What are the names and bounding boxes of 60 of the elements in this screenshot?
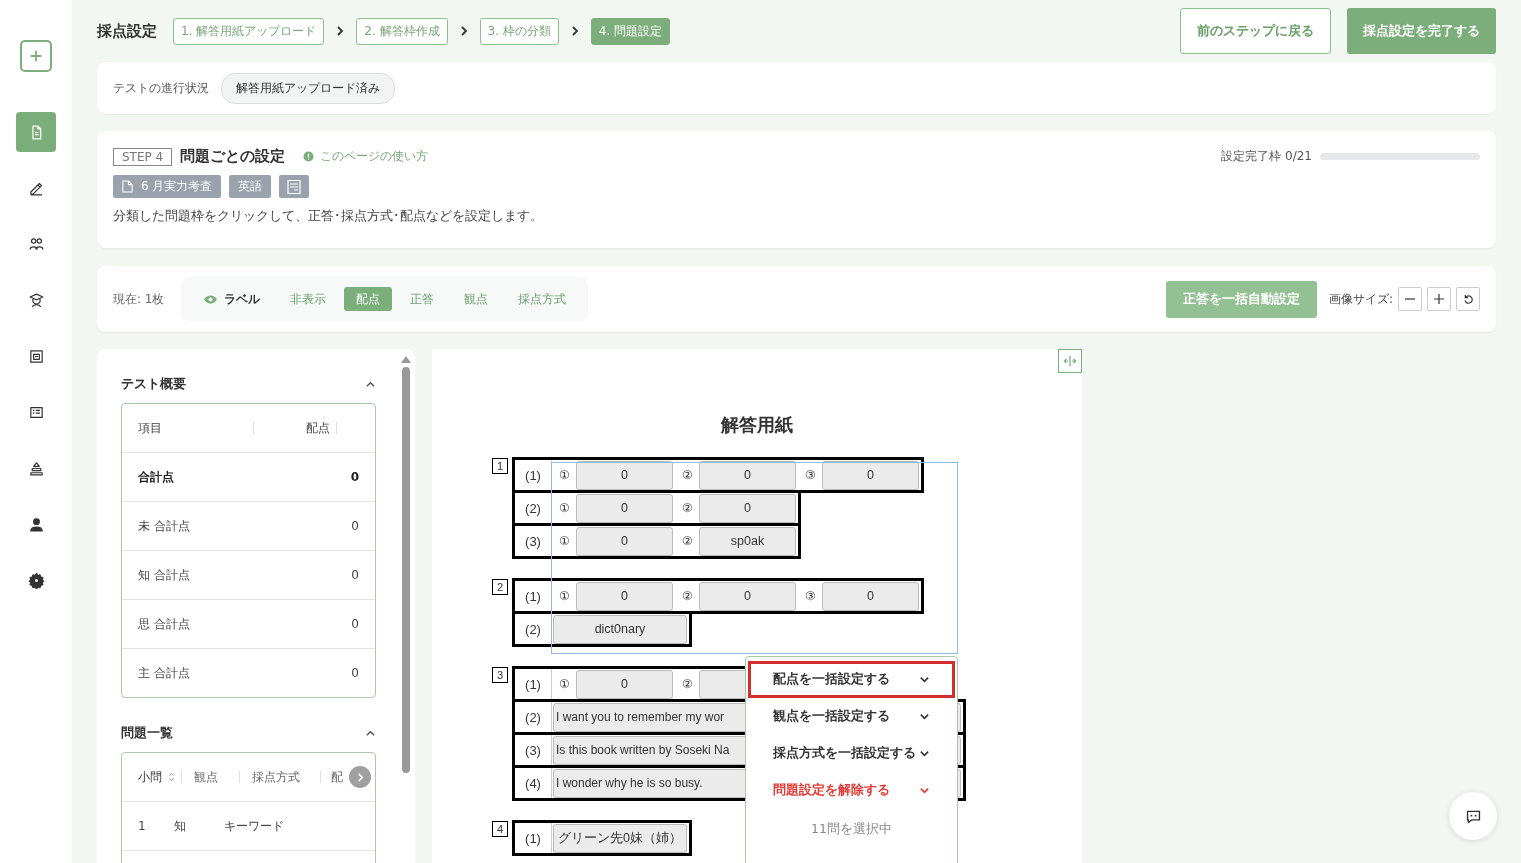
column-header: 観点 [193,768,219,786]
table-cell-text: 未 合計点 [138,517,191,535]
choice-mark: ③ [803,589,817,603]
question-number: 3 [492,667,508,683]
table-cell-text: 0 [350,519,359,533]
row-label: (3) [515,526,552,556]
row-label: (3) [515,735,552,765]
tag: 6 月実力考査 [113,175,222,198]
choice-mark: ② [680,589,694,603]
choice-mark: ① [557,468,571,482]
choice-mark: ② [680,677,694,691]
question-number: 1 [492,458,508,474]
section-title: 問題ごとの設定 [180,147,286,166]
table-cell-text: 主 合計点 [138,664,191,682]
section-title: テスト概要 [121,375,186,393]
table-cell-text: キーワード [223,817,285,835]
choice-mark: ② [680,468,694,482]
row-label: (2) [515,702,552,732]
row-label: (1) [515,581,552,611]
choice-mark: ① [557,534,571,548]
status-chip: 解答用紙アップロード済み [221,72,395,104]
row-label: (1) [515,669,552,699]
section-title: 問題一覧 [121,724,173,742]
description: 分類した問題枠をクリックして、正答･採点方式･配点などを設定します。 [113,208,544,225]
choice-mark: ③ [803,468,817,482]
image-size-label: 画像サイズ: [1328,290,1393,308]
table-cell-text: 知 合計点 [138,566,191,584]
table-cell-text: 思 合計点 [138,615,191,633]
row-label: (2) [515,614,552,644]
column-header: 小問 [138,768,162,786]
choice-mark: ② [680,534,694,548]
table-cell-text: 1 [138,819,147,833]
status-label: テストの進行状況 [113,79,209,97]
table-cell-text: 0 [350,666,359,680]
row-label: (1) [515,460,552,490]
table-cell-text: 合計点 [138,468,175,486]
table-cell-text: 知 [173,817,187,835]
tag: 英語 [229,175,272,198]
choice-mark: ① [557,501,571,515]
selection-count: 11問を選択中 [810,821,893,838]
page-count: 現在: 1枚 [113,290,165,308]
question-number: 4 [492,821,508,837]
table-cell-text: 0 [349,470,359,484]
row-label: (2) [515,493,552,523]
question-number: 2 [492,579,508,595]
row-label: (1) [515,823,552,853]
progress-label: 設定完了枠 0/21 [1221,147,1312,165]
choice-mark: ① [557,677,571,691]
choice-mark: ② [680,501,694,515]
column-header: 項目 [138,419,163,437]
page-title: 採点設定 [97,21,157,41]
sheet-title: 解答用紙 [719,413,794,437]
table-cell-text: 0 [350,568,359,582]
column-header: 配 [330,768,343,786]
choice-mark: ① [557,589,571,603]
column-header: 配点 [305,419,330,437]
row-label: (4) [515,768,552,798]
step-badge: STEP 4 [113,147,173,166]
table-cell-text: 0 [350,617,359,631]
column-header: 採点方式 [250,768,301,786]
